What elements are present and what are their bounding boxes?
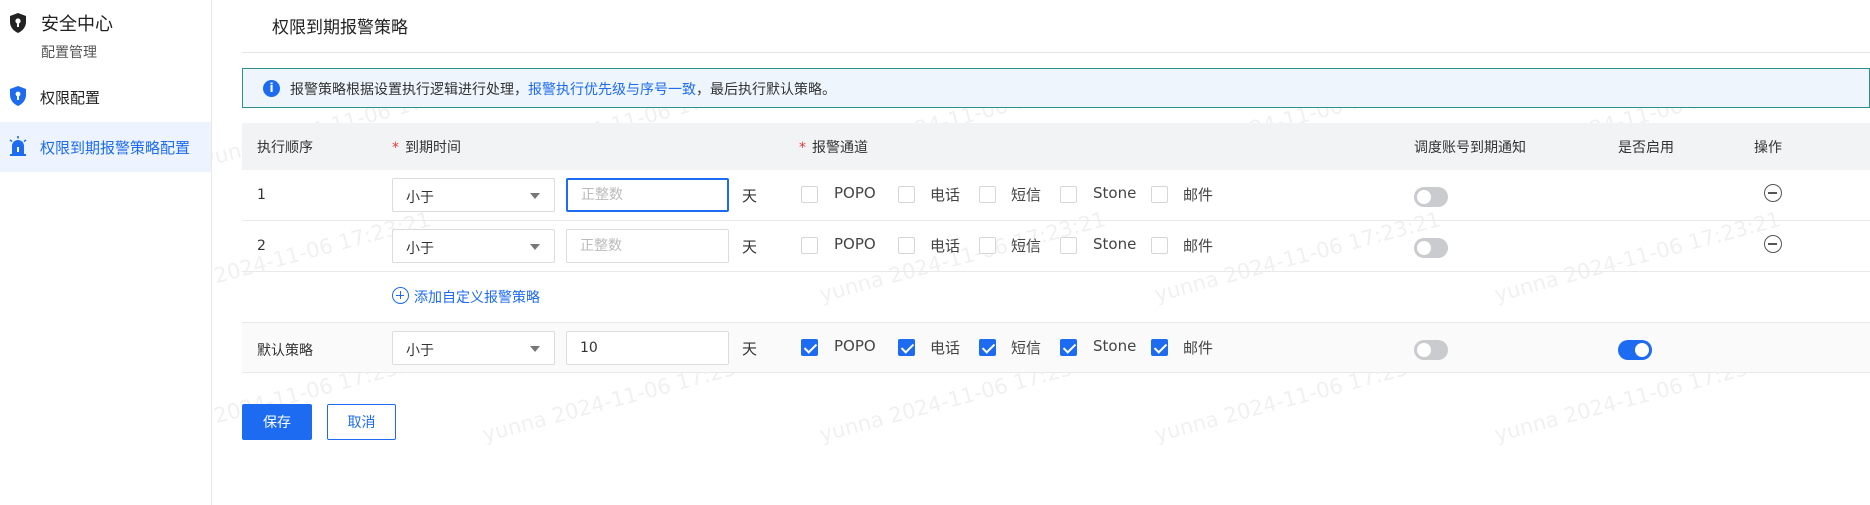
channel-checkbox-phone[interactable] <box>898 186 915 203</box>
channel-label: 短信 <box>1011 237 1042 255</box>
channel-label: 邮件 <box>1183 237 1214 255</box>
required-mark: * <box>799 140 806 156</box>
channel-checkbox-stone[interactable] <box>1060 186 1077 203</box>
select-value: 小于 <box>406 343 434 359</box>
channel-checkbox-sms[interactable] <box>979 186 996 203</box>
notice-suffix: ，最后执行默认策略。 <box>696 82 836 98</box>
select-value: 小于 <box>406 241 434 257</box>
header-expire-label: 到期时间 <box>405 140 461 156</box>
channel-checkbox-popo[interactable] <box>801 237 818 254</box>
channel-label: 电话 <box>930 186 961 204</box>
alarm-icon <box>9 136 27 156</box>
cancel-button[interactable]: 取消 <box>327 404 396 440</box>
header-channel-label: 报警通道 <box>812 140 868 156</box>
channel-checkbox-phone[interactable] <box>898 339 915 356</box>
caret-down-icon <box>530 346 540 352</box>
days-input[interactable] <box>566 229 729 263</box>
unit-label: 天 <box>742 187 758 205</box>
table-row: 2 小于 天 POPO 电话 短信 Stone 邮件 <box>242 221 1870 272</box>
header-notify: 调度账号到期通知 <box>1414 140 1526 156</box>
header-order: 执行顺序 <box>257 140 313 156</box>
header-alarm-channel: * 报警通道 <box>799 137 868 157</box>
channel-label: 电话 <box>930 237 961 255</box>
enabled-toggle[interactable] <box>1618 340 1652 360</box>
sidebar-item-expiry-alarm-config[interactable]: 权限到期报警策略配置 <box>0 122 211 172</box>
channel-label: 邮件 <box>1183 186 1214 204</box>
notice-highlight: 报警执行优先级与序号一致 <box>528 82 696 98</box>
compare-select[interactable]: 小于 <box>392 229 555 263</box>
table-row: 1 小于 天 POPO 电话 短信 Stone 邮件 <box>242 170 1870 221</box>
compare-select[interactable]: 小于 <box>392 178 555 212</box>
header-enabled: 是否启用 <box>1618 140 1674 156</box>
compare-select[interactable]: 小于 <box>392 331 555 365</box>
channel-label: 短信 <box>1011 186 1042 204</box>
save-button[interactable]: 保存 <box>242 404 312 440</box>
select-value: 小于 <box>406 190 434 206</box>
row-order: 默认策略 <box>257 343 313 359</box>
shield-icon <box>10 86 26 106</box>
row-order: 1 <box>257 187 266 203</box>
notify-toggle[interactable] <box>1414 340 1448 360</box>
channel-checkbox-phone[interactable] <box>898 237 915 254</box>
sidebar-title: 安全中心 <box>41 14 113 35</box>
sidebar-item-label: 权限配置 <box>40 89 101 107</box>
channel-label: Stone <box>1093 337 1137 355</box>
remove-row-icon[interactable] <box>1764 235 1782 253</box>
notice-message: 报警策略根据设置执行逻辑进行处理，报警执行优先级与序号一致，最后执行默认策略。 <box>290 79 836 99</box>
channel-checkbox-email[interactable] <box>1151 339 1168 356</box>
unit-label: 天 <box>742 238 758 256</box>
unit-label: 天 <box>742 340 758 358</box>
channel-label: Stone <box>1093 184 1137 202</box>
channel-checkbox-popo[interactable] <box>801 339 818 356</box>
sidebar-subtitle: 配置管理 <box>41 45 97 61</box>
channel-checkbox-sms[interactable] <box>979 237 996 254</box>
channel-checkbox-email[interactable] <box>1151 237 1168 254</box>
channel-label: 电话 <box>930 339 961 357</box>
shield-keyhole-icon <box>10 13 26 33</box>
header-action: 操作 <box>1754 140 1782 156</box>
sidebar: 安全中心 配置管理 权限配置 权限到期报警策略配置 <box>0 0 212 505</box>
channel-checkbox-email[interactable] <box>1151 186 1168 203</box>
channel-label: 邮件 <box>1183 339 1214 357</box>
divider <box>242 52 1870 53</box>
notify-toggle[interactable] <box>1414 238 1448 258</box>
caret-down-icon <box>530 193 540 199</box>
days-input[interactable] <box>566 178 729 212</box>
remove-row-icon[interactable] <box>1764 184 1782 202</box>
header-expire-time: * 到期时间 <box>392 137 461 157</box>
channel-checkbox-stone[interactable] <box>1060 237 1077 254</box>
channel-label: POPO <box>834 235 876 253</box>
channel-label: 短信 <box>1011 339 1042 357</box>
required-mark: * <box>392 140 399 156</box>
info-notice: i 报警策略根据设置执行逻辑进行处理，报警执行优先级与序号一致，最后执行默认策略… <box>242 68 1870 108</box>
days-input[interactable] <box>566 331 729 365</box>
channel-label: POPO <box>834 184 876 202</box>
channel-label: POPO <box>834 337 876 355</box>
channel-checkbox-stone[interactable] <box>1060 339 1077 356</box>
caret-down-icon <box>530 244 540 250</box>
channel-checkbox-sms[interactable] <box>979 339 996 356</box>
notice-prefix: 报警策略根据设置执行逻辑进行处理， <box>290 82 528 98</box>
info-icon: i <box>263 80 280 97</box>
channel-checkbox-popo[interactable] <box>801 186 818 203</box>
page-title: 权限到期报警策略 <box>272 18 408 38</box>
row-order: 2 <box>257 238 266 254</box>
table-header: 执行顺序 * 到期时间 * 报警通道 调度账号到期通知 是否启用 操作 <box>242 123 1870 170</box>
add-link-label: 添加自定义报警策略 <box>414 290 540 306</box>
channel-label: Stone <box>1093 235 1137 253</box>
sidebar-item-permission-config[interactable]: 权限配置 <box>0 72 211 122</box>
default-strategy-row: 默认策略 小于 天 POPO 电话 短信 Stone 邮件 <box>242 322 1870 373</box>
sidebar-item-label: 权限到期报警策略配置 <box>40 139 191 157</box>
plus-circle-icon <box>392 287 409 304</box>
notify-toggle[interactable] <box>1414 187 1448 207</box>
